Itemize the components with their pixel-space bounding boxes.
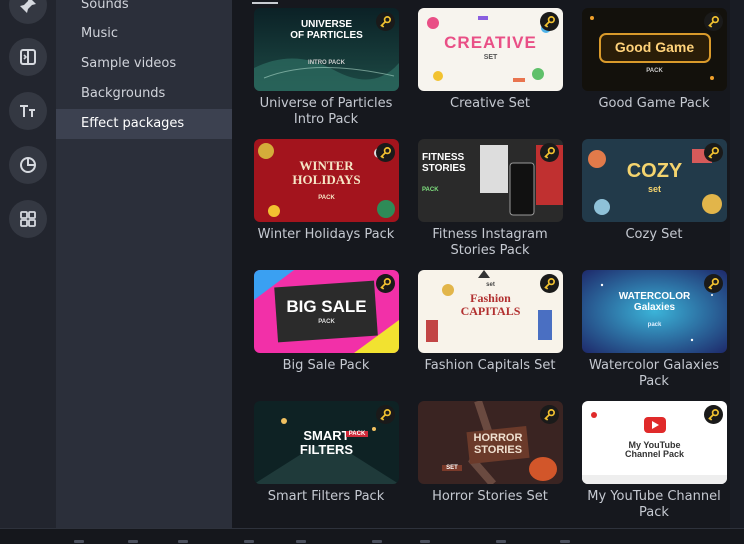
transition-icon[interactable] <box>9 38 47 76</box>
package-caption: Good Game Pack <box>598 96 710 111</box>
package-caption: Watercolor Galaxies Pack <box>589 358 719 389</box>
divider <box>252 2 278 4</box>
package-thumbnail-fitness-stories[interactable]: FITNESS STORIES PACK <box>418 139 563 222</box>
category-panel: Sounds Music Sample videos Backgrounds E… <box>56 0 232 528</box>
category-sample-videos[interactable]: Sample videos <box>56 49 232 79</box>
premium-key-icon <box>376 274 395 293</box>
package-caption: Cozy Set <box>625 227 683 242</box>
package-thumb-title: COZY <box>626 160 683 182</box>
package-thumbnail-big-sale[interactable]: BIG SALE PACK <box>254 270 399 353</box>
package-thumb-title: Good Game <box>614 39 695 55</box>
package-thumbnail-horror-stories[interactable]: HORROR STORIES SET <box>418 401 563 484</box>
premium-key-icon <box>704 12 723 31</box>
package-thumbnail-universe-of-particles[interactable]: UNIVERSE OF PARTICLES INTRO PACK <box>254 8 399 91</box>
package-thumb-title: BIG SALE <box>286 297 367 316</box>
more-tools-icon[interactable] <box>9 200 47 238</box>
package-thumbnail-my-youtube-channel[interactable]: My YouTube Channel Pack <box>582 401 727 484</box>
package-thumb-title: HORROR STORIES <box>473 432 523 456</box>
package-thumbnail-creative-set[interactable]: CREATIVE SET <box>418 8 563 91</box>
package-thumb-sub: PACK <box>346 431 368 438</box>
package-thumb-title: WINTER HOLIDAYS <box>292 158 361 187</box>
category-backgrounds[interactable]: Backgrounds <box>56 79 232 109</box>
effect-packages-grid: UNIVERSE OF PARTICLES INTRO PACK CREATIV… <box>232 0 730 528</box>
package-thumb-sub: pack <box>647 322 662 328</box>
package-thumb-sub: SET <box>483 54 498 61</box>
package-thumb-sub: INTRO PACK <box>308 60 345 66</box>
premium-key-icon <box>540 274 559 293</box>
premium-key-icon <box>376 143 395 162</box>
premium-key-icon <box>704 274 723 293</box>
package-thumbnail-cozy-set[interactable]: COZY set <box>582 139 727 222</box>
package-caption: Fitness Instagram Stories Pack <box>432 227 548 258</box>
package-thumb-title: FITNESS STORIES <box>422 152 466 174</box>
package-thumb-title: My YouTube Channel Pack <box>624 440 685 460</box>
package-thumb-sub: PACK <box>646 68 663 74</box>
package-caption: Creative Set <box>450 96 530 111</box>
category-sounds[interactable]: Sounds <box>56 0 232 20</box>
package-thumb-sub: PACK <box>422 187 439 193</box>
category-music[interactable]: Music <box>56 19 232 49</box>
package-caption: Smart Filters Pack <box>267 489 385 504</box>
premium-key-icon <box>540 405 559 424</box>
premium-key-icon <box>704 143 723 162</box>
package-caption: Big Sale Pack <box>282 358 370 373</box>
package-thumbnail-watercolor-galaxies[interactable]: WATERCOLOR Galaxies pack <box>582 270 727 353</box>
titles-icon[interactable] <box>9 92 47 130</box>
package-thumb-sub: PACK <box>318 319 335 325</box>
pin-icon[interactable] <box>9 0 47 24</box>
premium-key-icon <box>540 12 559 31</box>
package-thumbnail-smart-filters[interactable]: SMART FILTERS PACK <box>254 401 399 484</box>
package-caption: Universe of Particles Intro Pack <box>259 96 393 127</box>
premium-key-icon <box>540 143 559 162</box>
category-effect-packages[interactable]: Effect packages <box>56 109 232 139</box>
premium-key-icon <box>704 405 723 424</box>
package-thumbnail-good-game[interactable]: Good Game PACK <box>582 8 727 91</box>
vertical-scrollbar[interactable] <box>730 0 744 528</box>
package-thumbnail-winter-holidays[interactable]: WINTER HOLIDAYS PACK <box>254 139 399 222</box>
bottom-toolbar <box>0 528 744 544</box>
package-thumb-title: Fashion CAPITALS <box>460 291 521 318</box>
package-thumb-title: SMART FILTERS <box>299 428 354 457</box>
package-thumb-title: WATERCOLOR Galaxies <box>618 291 691 313</box>
package-caption: Winter Holidays Pack <box>257 227 395 242</box>
package-thumbnail-fashion-capitals[interactable]: Fashion CAPITALS set <box>418 270 563 353</box>
premium-key-icon <box>376 405 395 424</box>
package-caption: Fashion Capitals Set <box>424 358 556 373</box>
package-caption: Horror Stories Set <box>432 489 548 504</box>
package-thumb-title: CREATIVE <box>444 33 537 52</box>
premium-key-icon <box>376 12 395 31</box>
stickers-icon[interactable] <box>9 146 47 184</box>
package-thumb-sub: SET <box>442 465 462 472</box>
package-caption: My YouTube Channel Pack <box>587 489 721 520</box>
package-thumb-sub: PACK <box>318 195 335 201</box>
package-thumb-sub: set <box>647 184 661 194</box>
tool-rail <box>0 0 56 528</box>
